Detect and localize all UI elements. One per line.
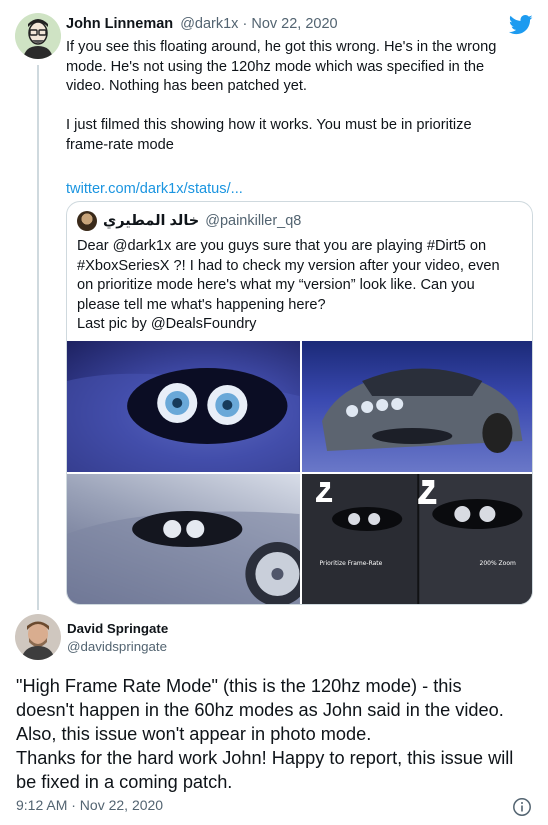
tweet2-text: "High Frame Rate Mode" (this is the 120h… (16, 674, 541, 794)
avatar-david-image (15, 614, 61, 660)
info-icon[interactable] (512, 797, 532, 817)
photo-3[interactable] (67, 474, 300, 604)
twitter-bird-icon[interactable] (508, 15, 533, 35)
tweet2-line: "High Frame Rate Mode" (this is the 120h… (16, 676, 462, 696)
tweet1-header: John Linneman @dark1x · Nov 22, 2020 (66, 16, 338, 32)
photo-4-image (301, 474, 532, 604)
quote-line: please tell me what's happening here? (77, 296, 326, 313)
avatar-david[interactable] (15, 614, 61, 660)
avatar-john-image (15, 13, 61, 59)
tweet1-text: If you see this floating around, he got … (66, 38, 536, 199)
quote-header: خالد المطيري @painkiller_q8 (77, 211, 301, 231)
author-handle[interactable]: @dark1x (180, 16, 238, 32)
quote-author-name[interactable]: خالد المطيري (103, 213, 199, 229)
tweet2-line: be fixed in a coming patch. (16, 772, 233, 792)
quote-line: on prioritize mode here's what my “versi… (77, 277, 475, 293)
quote-line: Dear @dark1x are you guys sure that you … (77, 238, 487, 254)
photo-4-label-left: Prioritize Frame-Rate (319, 560, 383, 567)
tweet1-line: video. Nothing has been patched yet. (66, 78, 307, 94)
tweet1-link[interactable]: twitter.com/dark1x/status/... (66, 180, 536, 200)
tweet2-timestamp[interactable]: 9:12 AM · Nov 22, 2020 (16, 797, 163, 813)
quote-line: Last pic by @DealsFoundry (77, 316, 257, 332)
tweet1-line: I just filmed this showing how it works.… (66, 117, 472, 133)
photo-4[interactable]: Prioritize Frame-Rate 200% Zoom (301, 474, 532, 604)
tweet2-line: Thanks for the hard work John! Happy to … (16, 748, 514, 768)
avatar-john[interactable] (15, 13, 61, 59)
tweet1-line: If you see this floating around, he got … (66, 39, 497, 55)
quote-author-handle[interactable]: @painkiller_q8 (205, 213, 301, 229)
separator: · (242, 16, 248, 32)
tweet2-line: Also, this issue won't appear in photo m… (16, 724, 372, 744)
quote-avatar[interactable] (77, 211, 97, 231)
tweet1-line: mode. He's not using the 120hz mode whic… (66, 58, 485, 75)
photo-2[interactable] (301, 341, 532, 472)
author-name[interactable]: John Linneman (66, 16, 173, 32)
tweet1-line: frame-rate mode (66, 136, 174, 153)
thread-line (37, 65, 39, 610)
author2-handle[interactable]: @davidspringate (67, 639, 167, 654)
photo-2-image (321, 368, 522, 453)
quoted-tweet-card[interactable]: خالد المطيري @painkiller_q8 Dear @dark1x… (66, 201, 533, 605)
photo-1[interactable] (67, 341, 300, 472)
author2-name[interactable]: David Springate (67, 621, 168, 636)
photo-1-image (67, 368, 300, 472)
photo-grid: Prioritize Frame-Rate 200% Zoom (67, 341, 532, 604)
photo-3-image (67, 511, 300, 604)
quote-line: #XboxSeriesX ?! I had to check my versio… (77, 257, 500, 274)
quote-text: Dear @dark1x are you guys sure that you … (77, 237, 527, 335)
tweet-date[interactable]: Nov 22, 2020 (251, 16, 337, 32)
tweet2-line: doesn't happen in the 60hz modes as John… (16, 700, 504, 720)
photo-4-label-right: 200% Zoom (479, 560, 516, 567)
